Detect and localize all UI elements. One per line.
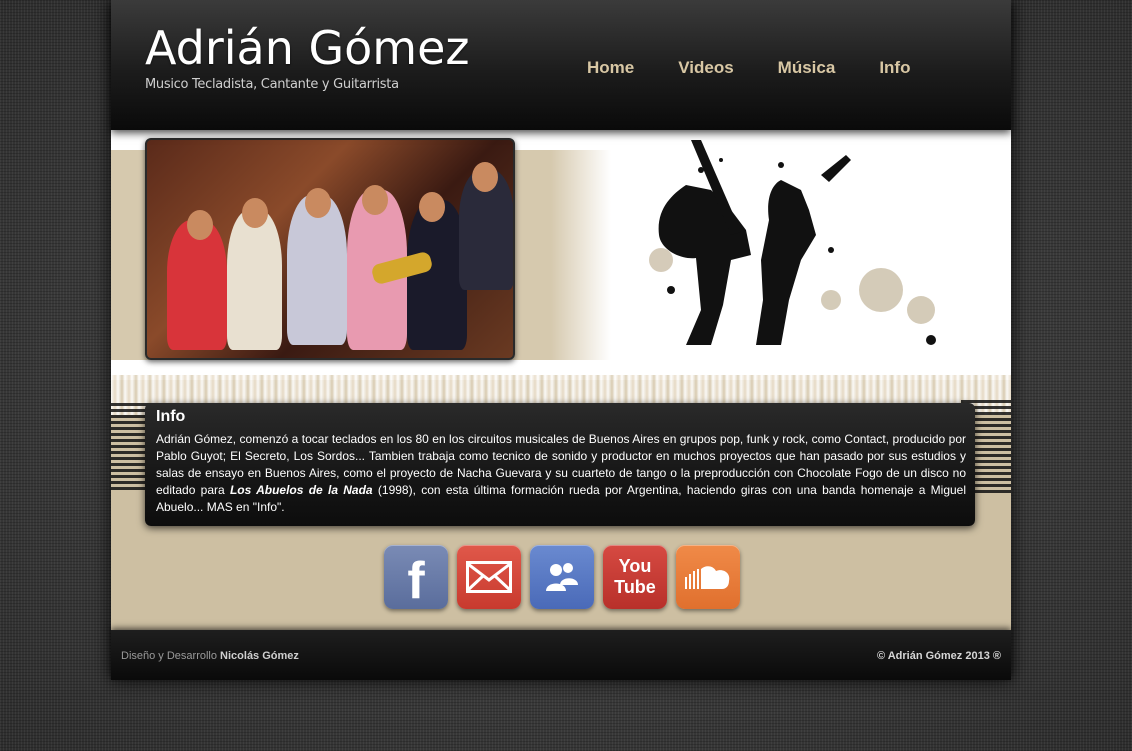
footer-design-prefix: Diseño y Desarrollo xyxy=(121,650,217,662)
footer-design-author[interactable]: Nicolás Gómez xyxy=(220,650,299,662)
info-title: Info xyxy=(156,408,186,425)
youtube-icon[interactable]: You Tube xyxy=(603,545,667,609)
email-icon[interactable] xyxy=(457,545,521,609)
footer-credits: Diseño y Desarrollo Nicolás Gómez xyxy=(121,650,299,662)
nav-musica[interactable]: Música xyxy=(778,58,836,78)
nav-videos[interactable]: Videos xyxy=(678,58,733,78)
cloud-icon xyxy=(685,566,730,589)
youtube-tube-text: Tube xyxy=(614,577,656,597)
banner: Info Adrián Gómez, comenzó a tocar tecla… xyxy=(111,130,1011,630)
nav-home[interactable]: Home xyxy=(587,58,634,78)
info-text-band-name: Los Abuelos de la Nada xyxy=(229,483,373,497)
info-text: Adrián Gómez, comenzó a tocar teclados e… xyxy=(156,431,966,516)
people-icon xyxy=(546,563,578,591)
messenger-icon[interactable] xyxy=(530,545,594,609)
page-container: Adrián Gómez Musico Tecladista, Cantante… xyxy=(111,0,1011,680)
musicians-silhouette-image xyxy=(649,140,936,345)
main-nav: Home Videos Música Info xyxy=(587,58,954,78)
site-header: Adrián Gómez Musico Tecladista, Cantante… xyxy=(111,0,1011,130)
facebook-glyph: f xyxy=(407,552,425,610)
soundcloud-icon[interactable] xyxy=(676,545,740,609)
nav-info[interactable]: Info xyxy=(879,58,910,78)
facebook-icon[interactable]: f xyxy=(384,545,448,610)
info-box: Info Adrián Gómez, comenzó a tocar tecla… xyxy=(145,403,975,526)
site-subtitle: Musico Tecladista, Cantante y Guitarrist… xyxy=(145,77,399,92)
site-footer: Diseño y Desarrollo Nicolás Gómez © Adri… xyxy=(111,630,1011,680)
envelope-icon xyxy=(466,561,512,593)
social-links: f You Tube xyxy=(384,545,740,610)
site-title[interactable]: Adrián Gómez xyxy=(145,18,470,78)
youtube-you-text: You xyxy=(618,556,652,576)
band-photo xyxy=(145,138,515,360)
footer-copyright: © Adrián Gómez 2013 ® xyxy=(876,650,1001,662)
